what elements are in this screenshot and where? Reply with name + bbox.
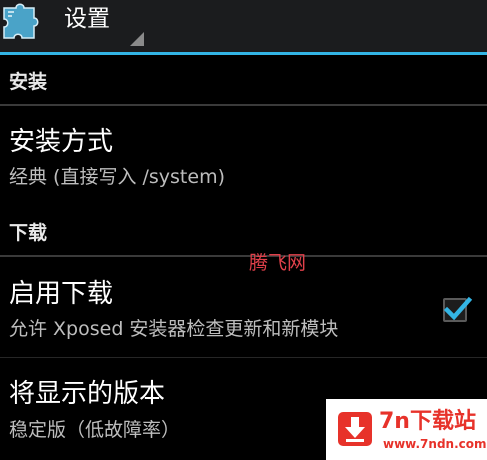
pref-install-method[interactable]: 安装方式 经典 (直接写入 /system) [0, 108, 487, 202]
title-spinner[interactable]: 设置 [52, 0, 148, 48]
puzzle-piece-icon[interactable] [0, 0, 44, 44]
pref-install-method-title: 安装方式 [9, 127, 114, 157]
settings-screen: 设置 安装 安装方式 经典 (直接写入 /system) 下载 启用下载 允许 … [0, 0, 487, 460]
pref-enable-download-title: 启用下载 [9, 279, 114, 309]
section-divider [0, 255, 487, 257]
brand-name: 7n下载站 [379, 409, 476, 434]
brand-url: www.7ndn.com [383, 437, 487, 451]
site-watermark: 腾飞网 [249, 252, 307, 274]
pref-install-method-summary: 经典 (直接写入 /system) [9, 166, 225, 188]
spinner-corner-icon [130, 32, 144, 46]
pref-display-version-summary: 稳定版（低故障率） [9, 419, 181, 441]
checkmark-icon [443, 296, 473, 321]
section-title-download: 下载 [9, 222, 48, 244]
section-header-install: 安装 [0, 60, 487, 106]
brand-watermark: 7n下载站 www.7ndn.com [326, 399, 487, 460]
pref-enable-download-summary: 允许 Xposed 安装器检查更新和新模块 [9, 318, 339, 340]
pref-display-version-title: 将显示的版本 [9, 379, 166, 409]
pref-enable-download[interactable]: 启用下载 允许 Xposed 安装器检查更新和新模块 [0, 262, 487, 358]
action-bar: 设置 [0, 0, 487, 52]
page-title: 设置 [64, 6, 110, 32]
section-header-download: 下载 [0, 211, 487, 257]
action-bar-accent-line [0, 52, 487, 55]
download-arrow-icon [338, 412, 372, 446]
section-title-install: 安装 [9, 71, 48, 93]
section-divider [0, 104, 487, 106]
enable-download-checkbox[interactable] [443, 296, 473, 322]
